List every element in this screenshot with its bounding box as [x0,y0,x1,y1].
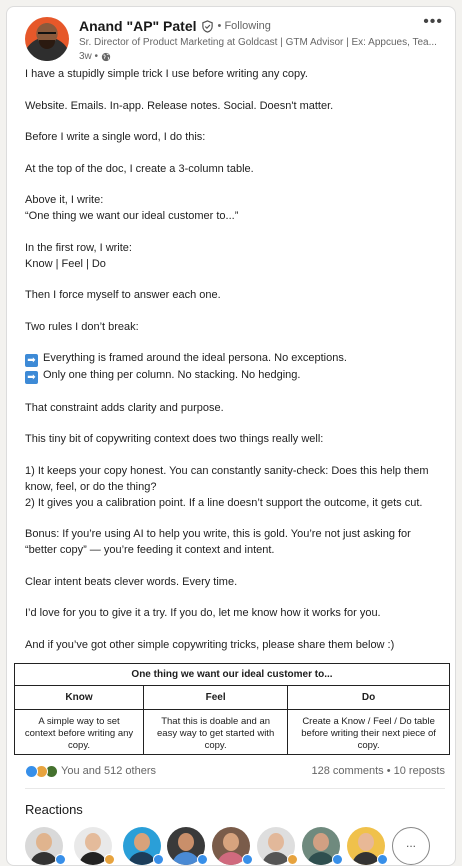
table-cell-feel: That this is doable and an easy way to g… [143,709,289,755]
arrow-right-icon: ➡ [25,354,38,367]
post-paragraph: Two rules I don’t break: [25,320,139,333]
reactions-heading: Reactions [25,802,83,817]
post-paragraph: Website. Emails. In-app. Release notes. … [25,99,334,112]
like-icon [332,854,343,865]
comments-reposts-count[interactable]: 128 comments • 10 reposts [312,765,445,777]
table-header-do: Do [287,685,450,710]
like-icon [377,854,388,865]
reaction-count[interactable]: You and 512 others [61,765,156,777]
post-paragraph: Above it, I write: [25,194,104,206]
like-icon [153,854,164,865]
author-name[interactable]: Anand "AP" Patel [79,18,197,34]
post-paragraph: Bonus: If you’re using AI to help you wr… [25,528,411,540]
like-icon [197,854,208,865]
rule-text: Everything is framed around the ideal pe… [43,352,347,364]
post-paragraph: Clear intent beats clever words. Every t… [25,575,238,588]
post-paragraph: know, feel, or do the thing? [25,480,157,493]
globe-icon [101,52,111,61]
author-avatar[interactable] [25,17,69,61]
celebrate-icon [287,854,298,865]
rule-text: Only one thing per column. No stacking. … [43,369,301,381]
like-icon [242,854,253,865]
post-card: Anand "AP" Patel • Following Sr. Directo… [6,6,456,866]
more-options-icon[interactable]: ••• [423,13,443,31]
post-paragraph: I have a stupidly simple trick I use bef… [25,68,308,80]
author-headline: Sr. Director of Product Marketing at Gol… [79,37,437,48]
more-reactors-button[interactable]: ... [392,827,430,865]
table-cell-do: Create a Know / Feel / Do table before w… [287,709,450,755]
post-paragraph: “One thing we want our ideal customer to… [25,210,239,222]
post-paragraph: Know | Feel | Do [25,257,106,270]
post-paragraph: 2) It gives you a calibration point. If … [25,496,423,509]
arrow-right-icon: ➡ [25,371,38,384]
post-paragraph: “better copy” — you’re feeding it contex… [25,544,275,556]
divider [25,788,445,789]
post-header: Anand "AP" Patel • Following Sr. Directo… [25,13,445,63]
reaction-icons[interactable] [25,765,61,779]
like-icon [55,854,66,865]
rule-item: ➡ Everything is framed around the ideal p… [25,350,449,367]
post-paragraph: In the first row, I write: [25,241,132,254]
celebrate-icon [104,854,115,865]
table-cell-know: A simple way to set context before writi… [13,709,145,755]
like-icon [25,765,38,778]
table-header-feel: Feel [143,685,289,710]
post-paragraph: At the top of the doc, I create a 3-colu… [25,162,254,175]
post-paragraph: Before I write a single word, I do this: [25,131,206,143]
social-counts: You and 512 others 128 comments • 10 rep… [25,765,445,781]
post-paragraph: 1) It keeps your copy honest. You can co… [25,464,429,477]
table-header-know: Know [13,685,145,710]
post-paragraph: Then I force myself to answer each one. [25,289,221,301]
post-body: I have a stupidly simple trick I use bef… [25,66,449,653]
post-paragraph: And if you’ve got other simple copywriti… [25,638,395,651]
table-title: One thing we want our ideal customer to.… [14,663,450,686]
post-paragraph: I’d love for you to give it a try. If yo… [25,607,381,619]
post-paragraph: This tiny bit of copywriting context doe… [25,433,324,445]
know-feel-do-table[interactable]: One thing we want our ideal customer to.… [13,663,450,755]
post-time: 3w • [79,51,99,62]
post-paragraph: That constraint adds clarity and purpose… [25,401,224,414]
rule-item: ➡ Only one thing per column. No stacking.… [25,367,449,384]
verified-shield-icon [201,19,213,33]
reactors-list: ... [25,827,445,865]
following-status[interactable]: • Following [218,20,271,32]
